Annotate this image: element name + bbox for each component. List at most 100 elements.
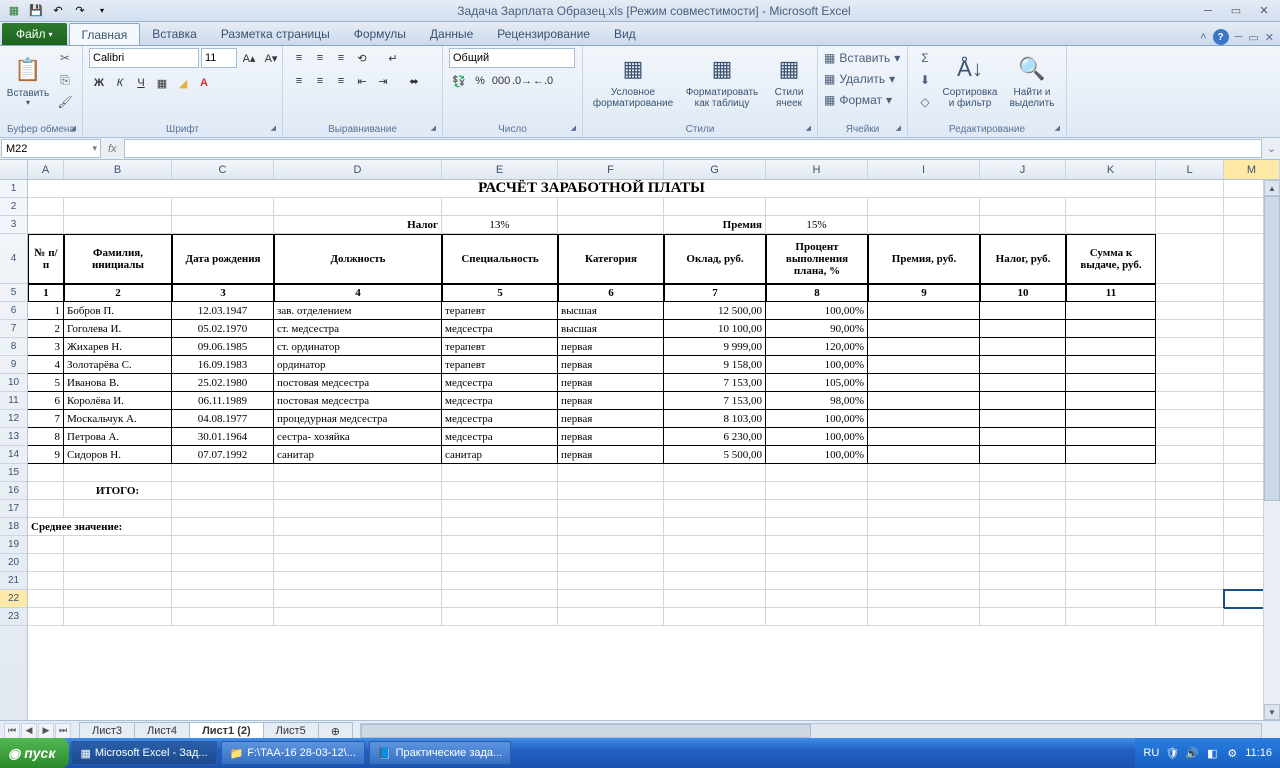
cell[interactable] <box>1156 302 1224 320</box>
cell[interactable]: 3 <box>28 338 64 356</box>
cell[interactable] <box>766 198 868 216</box>
cell[interactable] <box>1066 608 1156 626</box>
cell[interactable] <box>442 590 558 608</box>
cell[interactable] <box>868 410 980 428</box>
cell[interactable] <box>1156 590 1224 608</box>
cell[interactable] <box>558 500 664 518</box>
row-header[interactable]: 15 <box>0 464 27 482</box>
cell[interactable]: 12 500,00 <box>664 302 766 320</box>
sheet-next-icon[interactable]: ▶ <box>38 723 54 739</box>
tray-icon[interactable]: 🔊 <box>1185 746 1199 760</box>
cell[interactable]: первая <box>558 338 664 356</box>
cell[interactable] <box>980 302 1066 320</box>
cell[interactable] <box>28 590 64 608</box>
decrease-indent-icon[interactable]: ⇤ <box>352 71 372 91</box>
cell[interactable]: 100,00% <box>766 410 868 428</box>
cell[interactable]: зав. отделением <box>274 302 442 320</box>
sheet-tab[interactable]: Лист3 <box>79 722 135 740</box>
cell[interactable] <box>28 554 64 572</box>
row-header[interactable]: 2 <box>0 198 27 216</box>
cell[interactable]: 8 <box>766 284 868 302</box>
col-header[interactable]: G <box>664 160 766 179</box>
font-size-combo[interactable]: 11 <box>201 48 237 68</box>
cell[interactable] <box>1156 320 1224 338</box>
cell[interactable]: 9 999,00 <box>664 338 766 356</box>
cell[interactable]: 9 <box>868 284 980 302</box>
cell[interactable] <box>664 536 766 554</box>
cell[interactable]: сестра- хозяйка <box>274 428 442 446</box>
cell[interactable]: первая <box>558 410 664 428</box>
cell[interactable] <box>868 338 980 356</box>
row-header[interactable]: 12 <box>0 410 27 428</box>
cell[interactable] <box>766 608 868 626</box>
cell[interactable] <box>172 216 274 234</box>
row-header[interactable]: 9 <box>0 356 27 374</box>
cut-icon[interactable]: ✂ <box>54 48 76 68</box>
cell[interactable] <box>980 198 1066 216</box>
cell[interactable] <box>28 572 64 590</box>
cell[interactable]: 5 500,00 <box>664 446 766 464</box>
restore-button[interactable]: ▭ <box>1224 3 1248 19</box>
formula-input[interactable] <box>124 139 1262 158</box>
cell[interactable]: процедурная медсестра <box>274 410 442 428</box>
cell[interactable] <box>980 482 1066 500</box>
cell[interactable] <box>1156 180 1224 198</box>
cell[interactable]: первая <box>558 356 664 374</box>
cell[interactable] <box>868 198 980 216</box>
row-header[interactable]: 16 <box>0 482 27 500</box>
cell[interactable] <box>980 320 1066 338</box>
align-bottom-icon[interactable]: ≡ <box>331 48 351 68</box>
cell[interactable] <box>868 518 980 536</box>
tab-formulas[interactable]: Формулы <box>342 23 418 45</box>
cell[interactable] <box>868 302 980 320</box>
cell[interactable]: 8 103,00 <box>664 410 766 428</box>
cell[interactable] <box>1156 536 1224 554</box>
cell[interactable] <box>64 590 172 608</box>
cell[interactable] <box>28 198 64 216</box>
cell[interactable]: Специальность <box>442 234 558 284</box>
col-header[interactable]: J <box>980 160 1066 179</box>
cell[interactable]: 2 <box>64 284 172 302</box>
help-icon[interactable]: ? <box>1213 29 1229 45</box>
cell[interactable]: 5 <box>442 284 558 302</box>
decrease-decimal-icon[interactable]: ←.0 <box>533 71 553 91</box>
cell[interactable] <box>64 500 172 518</box>
cell[interactable]: 4 <box>274 284 442 302</box>
cell[interactable] <box>664 518 766 536</box>
cell[interactable] <box>980 536 1066 554</box>
start-button[interactable]: ◉ пуск <box>0 738 69 768</box>
cell[interactable] <box>1066 572 1156 590</box>
tray-icon[interactable]: 🛡 <box>1165 746 1179 760</box>
cell[interactable]: санитар <box>442 446 558 464</box>
cell[interactable] <box>274 572 442 590</box>
col-header[interactable]: E <box>442 160 558 179</box>
cell[interactable] <box>766 500 868 518</box>
paste-button[interactable]: 📋 Вставить▾ <box>6 48 50 114</box>
cell[interactable]: Налог, руб. <box>980 234 1066 284</box>
cell[interactable]: высшая <box>558 302 664 320</box>
cell[interactable] <box>1066 356 1156 374</box>
cell[interactable] <box>1156 446 1224 464</box>
sheet-tab[interactable]: Лист1 (2) <box>189 722 264 740</box>
cell[interactable]: 98,00% <box>766 392 868 410</box>
italic-button[interactable]: К <box>110 73 130 93</box>
cell[interactable] <box>868 536 980 554</box>
tab-data[interactable]: Данные <box>418 23 485 45</box>
cell[interactable] <box>1066 500 1156 518</box>
cell[interactable] <box>172 518 274 536</box>
row-header[interactable]: 13 <box>0 428 27 446</box>
scroll-up-icon[interactable]: ▲ <box>1264 180 1280 196</box>
excel-icon[interactable]: ▦ <box>4 2 24 20</box>
cell[interactable]: 25.02.1980 <box>172 374 274 392</box>
cell[interactable] <box>558 590 664 608</box>
cell[interactable] <box>64 608 172 626</box>
cell[interactable] <box>868 216 980 234</box>
cell[interactable] <box>766 518 868 536</box>
cell[interactable] <box>868 608 980 626</box>
doc-restore-icon[interactable]: ▭ <box>1248 31 1258 44</box>
cell[interactable] <box>980 464 1066 482</box>
tab-insert[interactable]: Вставка <box>140 23 209 45</box>
hscroll-thumb[interactable] <box>361 724 811 738</box>
cell[interactable]: 16.09.1983 <box>172 356 274 374</box>
cell[interactable] <box>766 590 868 608</box>
